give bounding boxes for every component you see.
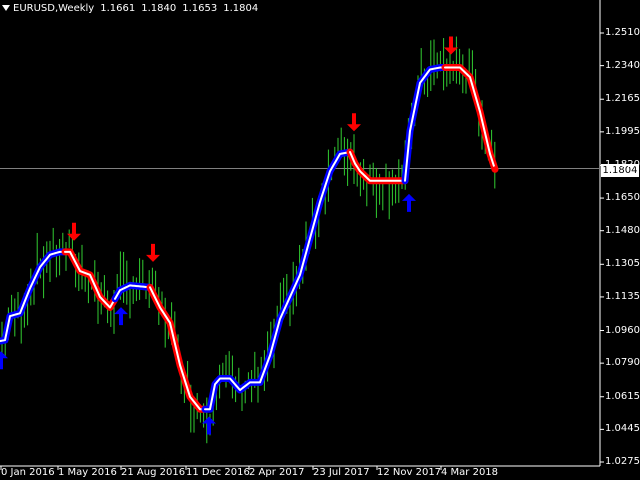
- price-chart[interactable]: [0, 0, 640, 480]
- price-tick-label: 1.1820: [605, 159, 640, 171]
- price-tick-label: 1.1480: [605, 224, 640, 236]
- time-tick-label: 4 Mar 2018: [441, 467, 499, 478]
- close-price: 1.1804: [223, 3, 259, 14]
- price-tick-label: 1.0790: [605, 357, 640, 369]
- time-tick-label: 23 Jul 2017: [313, 467, 370, 478]
- price-tick-label: 1.0275: [605, 456, 640, 467]
- time-tick-label: 1 May 2016: [58, 467, 117, 478]
- symbol-label: EURUSD,Weekly: [13, 3, 95, 14]
- price-tick-label: 1.2510: [605, 27, 640, 38]
- dropdown-triangle-icon[interactable]: [2, 5, 10, 11]
- price-tick-label: 1.1135: [605, 290, 640, 302]
- price-tick-label: 1.1995: [605, 125, 640, 137]
- time-tick-label: 12 Nov 2017: [377, 467, 442, 478]
- price-tick-label: 1.2165: [605, 93, 640, 105]
- high-price: 1.1840: [141, 3, 177, 14]
- price-tick-label: 1.1305: [605, 258, 640, 270]
- arrow-down-icon: [146, 243, 160, 262]
- price-tick-label: 1.0615: [605, 390, 640, 402]
- arrow-up-icon: [114, 307, 128, 326]
- time-tick-label: 2 Apr 2017: [249, 467, 305, 478]
- arrow-up-icon: [402, 193, 416, 212]
- chart-header: EURUSD,Weekly 1.1661 1.1840 1.1653 1.1804: [2, 2, 264, 16]
- open-price: 1.1661: [100, 3, 136, 14]
- time-tick-label: 0 Jan 2016: [1, 467, 55, 478]
- price-tick-label: 1.0960: [605, 324, 640, 336]
- series-end-marker: [492, 166, 498, 173]
- arrow-down-icon: [347, 113, 361, 132]
- trend-line-down: [441, 64, 499, 173]
- trend-line-core: [404, 66, 446, 182]
- trend-line-up: [0, 248, 69, 345]
- time-tick-label: 21 Aug 2016: [121, 467, 186, 478]
- price-tick-label: 1.0445: [605, 423, 640, 435]
- trend-line-down: [346, 148, 409, 185]
- time-tick-label: 11 Dec 2016: [186, 467, 250, 478]
- price-tick-label: 1.2340: [605, 59, 640, 71]
- low-price: 1.1653: [182, 3, 218, 14]
- arrow-up-icon: [0, 351, 8, 370]
- price-tick-label: 1.1650: [605, 192, 640, 204]
